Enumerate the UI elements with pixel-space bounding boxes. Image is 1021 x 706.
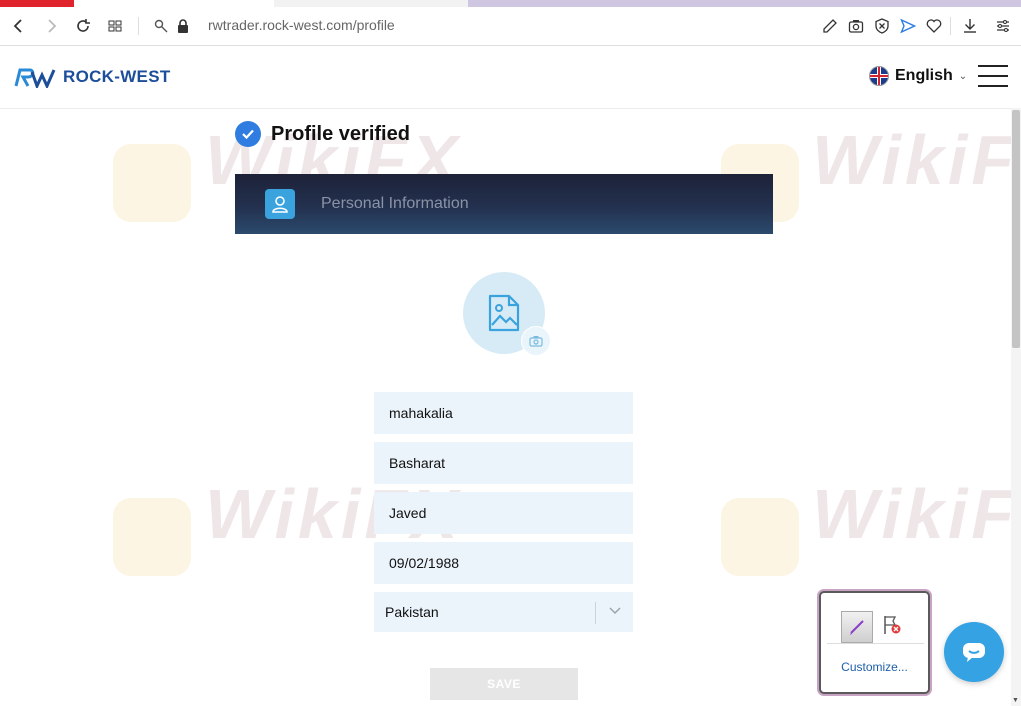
user-icon — [265, 189, 295, 219]
profile-verified-status: Profile verified — [235, 121, 410, 147]
menu-hamburger-icon[interactable] — [978, 65, 1008, 89]
site-settings-icon[interactable] — [150, 15, 172, 37]
extension-popup: Customize... — [819, 591, 930, 694]
birth-date-value: 09/02/1988 — [389, 555, 460, 571]
window-top-strip — [0, 0, 1021, 7]
favorite-heart-icon[interactable] — [923, 15, 945, 37]
reload-icon[interactable] — [72, 15, 94, 37]
scroll-down-arrow-icon[interactable]: ▼ — [1012, 697, 1019, 704]
send-icon[interactable] — [897, 15, 919, 37]
birth-date-field[interactable]: 09/02/1988 — [374, 542, 633, 584]
last-name-value: Javed — [389, 505, 427, 521]
active-tab-strip[interactable] — [0, 0, 74, 7]
upload-photo-camera-icon[interactable] — [521, 326, 551, 356]
country-select[interactable]: Pakistan — [374, 592, 633, 632]
language-selector[interactable]: English ⌄ — [869, 66, 967, 86]
select-divider — [595, 602, 596, 624]
watermark-badge — [113, 144, 191, 222]
personal-information-header: Personal Information — [235, 174, 773, 234]
rw-logo-icon — [14, 68, 56, 88]
first-name-value: mahakalia — [389, 405, 453, 421]
watermark-badge — [721, 498, 799, 576]
forward-icon[interactable] — [40, 15, 62, 37]
popup-icon-row — [827, 599, 924, 644]
language-label: English — [895, 67, 953, 84]
uk-flag-icon — [869, 66, 889, 86]
rock-west-logo[interactable]: ROCK-WEST — [14, 66, 171, 88]
save-button[interactable]: SAVE — [430, 668, 578, 700]
back-icon[interactable] — [8, 15, 30, 37]
logo-text: ROCK-WEST — [63, 67, 171, 86]
pen-tool-icon[interactable] — [841, 611, 873, 643]
watermark-text: WikiFX — [812, 121, 1021, 199]
site-header: ROCK-WEST English ⌄ — [0, 46, 1021, 109]
live-chat-button[interactable] — [944, 622, 1004, 682]
blocked-flag-icon[interactable] — [881, 614, 903, 636]
easy-setup-icon[interactable] — [992, 15, 1014, 37]
customize-link[interactable]: Customize... — [821, 660, 928, 674]
chevron-down-icon: ⌄ — [958, 70, 968, 82]
first-name-field[interactable]: mahakalia — [374, 392, 633, 434]
snapshot-camera-icon[interactable] — [845, 15, 867, 37]
check-circle-icon — [235, 121, 261, 147]
watermark-badge — [113, 498, 191, 576]
tab-strip-highlight — [468, 0, 1021, 7]
chevron-down-icon[interactable] — [609, 604, 621, 618]
download-icon[interactable] — [959, 15, 981, 37]
address-bar[interactable]: rwtrader.rock-west.com/profile — [208, 17, 395, 33]
chat-bubble-icon — [963, 643, 985, 662]
section-title: Personal Information — [321, 195, 469, 212]
browser-toolbar: rwtrader.rock-west.com/profile — [0, 7, 1021, 46]
last-name-field[interactable]: Javed — [374, 492, 633, 534]
image-file-icon — [488, 294, 520, 332]
tabs-grid-icon[interactable] — [104, 15, 126, 37]
toolbar-separator — [950, 17, 951, 35]
page-scrollbar[interactable]: ▼ — [1011, 108, 1021, 706]
lock-icon[interactable] — [172, 15, 194, 37]
watermark-text: WikiFX — [812, 475, 1021, 553]
country-value: Pakistan — [385, 604, 439, 620]
toolbar-separator — [138, 17, 139, 35]
tab-strip[interactable] — [74, 0, 274, 7]
profile-verified-label: Profile verified — [271, 122, 410, 145]
middle-name-field[interactable]: Basharat — [374, 442, 633, 484]
edit-page-icon[interactable] — [819, 15, 841, 37]
tracker-blocker-icon[interactable] — [871, 15, 893, 37]
scrollbar-thumb[interactable] — [1012, 110, 1020, 348]
middle-name-value: Basharat — [389, 455, 446, 471]
